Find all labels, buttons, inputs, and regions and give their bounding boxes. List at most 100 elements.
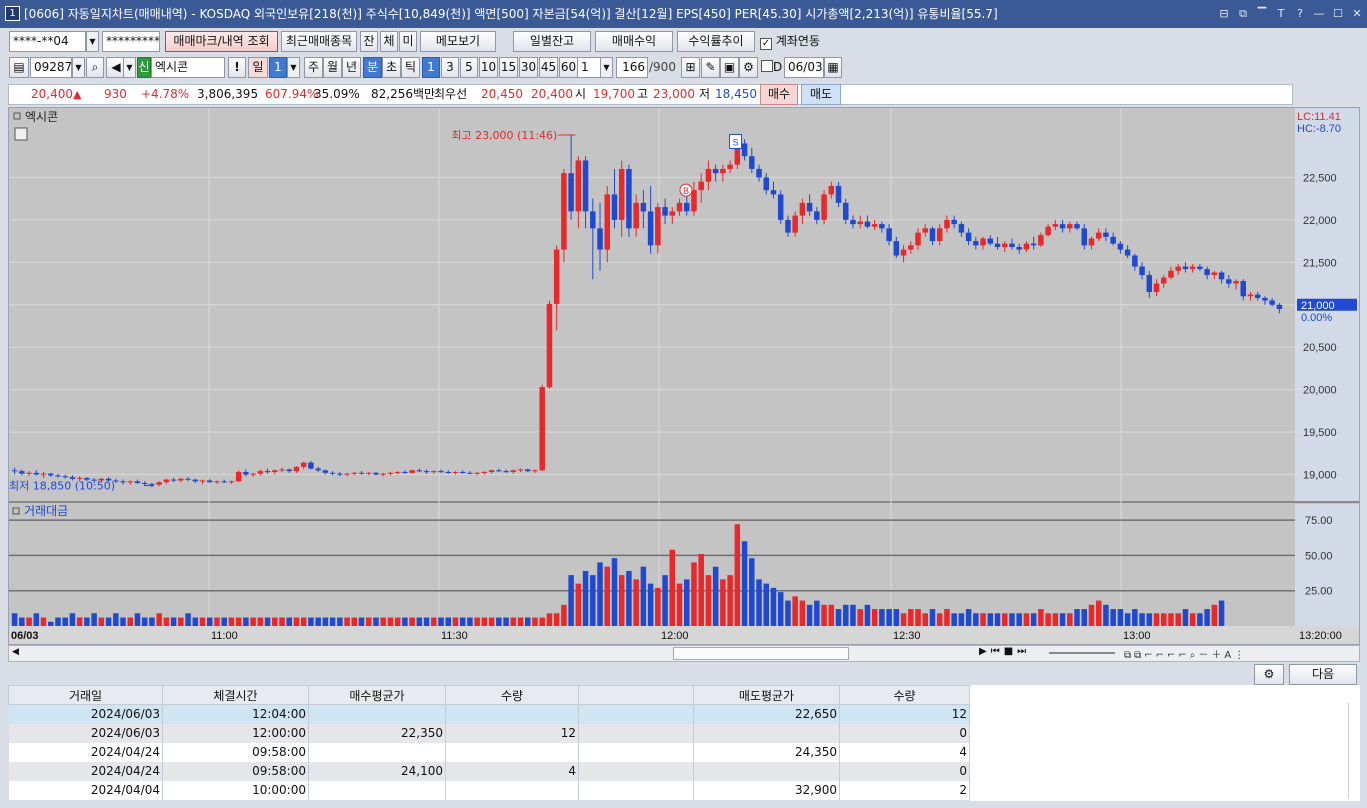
close-icon[interactable]: ✕ [1351,8,1363,20]
drawing-tool-icon[interactable]: ✎ [701,57,720,78]
speaker-dropdown-icon[interactable]: ▼ [123,57,136,78]
indicator-icon[interactable]: ⊞ [681,57,700,78]
date-input[interactable]: 06/03 [784,57,824,78]
volume-bar [84,617,90,626]
memo-button[interactable]: 메모보기 [420,31,496,52]
candle-body [1002,243,1008,248]
date-checkbox[interactable]: D [761,57,782,77]
col-header-0[interactable]: 거래일 [8,685,163,705]
table-settings-icon[interactable]: ⚙ [1254,664,1284,685]
account-input[interactable]: ****-**04 [9,31,86,52]
period-minute-button[interactable]: 분 [363,57,382,78]
stock-code-input[interactable]: 092870 [30,57,72,78]
table-scrollbar[interactable] [1348,703,1358,799]
yield-trend-button[interactable]: 수익률추이 [677,31,755,52]
restore-layout-icon[interactable]: ⊟ [1218,8,1230,20]
period-day-button[interactable]: 일 [248,57,268,78]
volume-bar [192,617,199,626]
table-cell: 2024/04/04 [8,780,163,800]
volume-bar [438,617,444,626]
interval-button-3[interactable]: 3 [441,57,459,78]
volume-bar [973,613,979,626]
chart-scrollbar[interactable]: ◀ ▶⏮■⏭ ⧉⧉⌐⌐⌐⌐⌕－＋A⋮ [8,645,1360,662]
interval-button-5[interactable]: 5 [460,57,478,78]
playback-controls[interactable]: ▶⏮■⏭ [979,646,1030,657]
password-input[interactable]: ********* [102,31,160,52]
trade-mark-button[interactable]: 매매마크/내역 조회 [165,31,278,52]
settings-gear-icon[interactable]: ⚙ [739,57,758,78]
interval-button-45[interactable]: 45 [539,57,558,78]
buy-button[interactable]: 매수 [760,84,798,105]
save-icon[interactable]: ▣ [720,57,739,78]
zoom-slider[interactable] [1049,652,1115,654]
font-icon[interactable]: T [1275,8,1287,20]
candle-body [662,207,668,216]
copy-window-icon[interactable]: ⧉ [1237,8,1249,20]
period-second-button[interactable]: 초 [382,57,401,78]
candle-body [1016,247,1022,250]
volume-bar [936,613,943,626]
sell-button[interactable]: 매도 [801,84,841,105]
pin-icon[interactable]: ▔ [1256,8,1268,20]
col-header-2[interactable]: 매수평균가 [308,685,446,705]
warning-button[interactable]: ! [228,57,246,78]
account-link-checkbox[interactable]: ✓ 계좌연동 [760,31,820,51]
col-header-5[interactable]: 매도평균가 [693,685,840,705]
table-row[interactable]: 2024/06/03 12:00:00 22,350 12 0 [8,723,970,743]
next-button[interactable]: 다음 [1289,664,1357,685]
volume-bar [821,604,827,626]
table-row[interactable]: 2024/06/03 12:04:00 22,650 12 [8,704,970,724]
interval-button-15[interactable]: 15 [499,57,518,78]
interval-button-30[interactable]: 30 [519,57,538,78]
search-icon[interactable]: ⌕ [86,57,104,78]
table-row[interactable]: 2024/04/24 09:58:00 24,350 4 [8,742,970,762]
recent-trades-button[interactable]: 최근매매종목 [281,31,357,52]
price-volume-chart[interactable]: 22,500 22,000 21,500 21,000 20,500 20,000 19,5… [9,108,1359,644]
executed-button[interactable]: 체 [380,31,398,52]
period-month-button[interactable]: 월 [323,57,342,78]
trade-profit-button[interactable]: 매매수익 [595,31,673,52]
high-annotation: 최고 23,000 (11:46) [451,129,557,142]
interval-button-1[interactable]: 1 [422,57,440,78]
maximize-icon[interactable]: ☐ [1332,8,1344,20]
candle-body [481,471,488,473]
scroll-left-icon[interactable]: ◀ [12,647,19,657]
calendar-icon[interactable]: ▦ [824,57,842,78]
account-dropdown-icon[interactable]: ▼ [86,31,99,52]
table-row[interactable]: 2024/04/24 09:58:00 24,100 4 0 [8,761,970,781]
stock-name-field[interactable]: 엑시콘 [151,57,225,78]
volume-bar [141,617,148,626]
balance-button[interactable]: 잔 [360,31,378,52]
col-header-6[interactable]: 수량 [839,685,970,705]
candle-body [582,160,589,212]
day-count-field[interactable]: 1 [269,57,287,78]
multiplier-dropdown-icon[interactable]: ▼ [600,57,613,78]
interval-button-10[interactable]: 10 [479,57,498,78]
unfilled-button[interactable]: 미 [399,31,417,52]
candle-body [62,476,68,478]
volume-bar [951,613,957,626]
candle-body [308,462,314,469]
period-week-button[interactable]: 주 [304,57,323,78]
stock-code-dropdown-icon[interactable]: ▼ [72,57,85,78]
price-tick-label: 22,000 [1303,215,1337,227]
day-count-dropdown-icon[interactable]: ▼ [287,57,300,78]
table-row[interactable]: 2024/04/04 10:00:00 32,900 2 [8,780,970,800]
chart-tool-icons[interactable]: ⧉⧉⌐⌐⌐⌐⌕－＋A⋮ [1124,646,1247,661]
help-icon[interactable]: ? [1294,8,1306,20]
interval-button-60[interactable]: 60 [559,57,578,78]
candle-body [698,181,704,191]
col-header-4[interactable] [578,685,694,705]
minimize-icon[interactable]: — [1313,8,1325,20]
bar-count-input[interactable]: 166 [616,57,648,78]
candle-body [272,470,278,472]
col-header-1[interactable]: 체결시간 [162,685,309,705]
chart-panel[interactable]: 22,500 22,000 21,500 21,000 20,500 20,000 19,5… [8,107,1360,645]
col-header-3[interactable]: 수량 [445,685,579,705]
period-year-button[interactable]: 년 [342,57,361,78]
period-tick-button[interactable]: 틱 [401,57,420,78]
multiplier-input[interactable]: 1 [577,57,601,78]
daily-balance-button[interactable]: 일별잔고 [513,31,591,52]
chart-window-icon[interactable]: ▤ [9,57,29,78]
scroll-thumb[interactable] [673,647,849,660]
